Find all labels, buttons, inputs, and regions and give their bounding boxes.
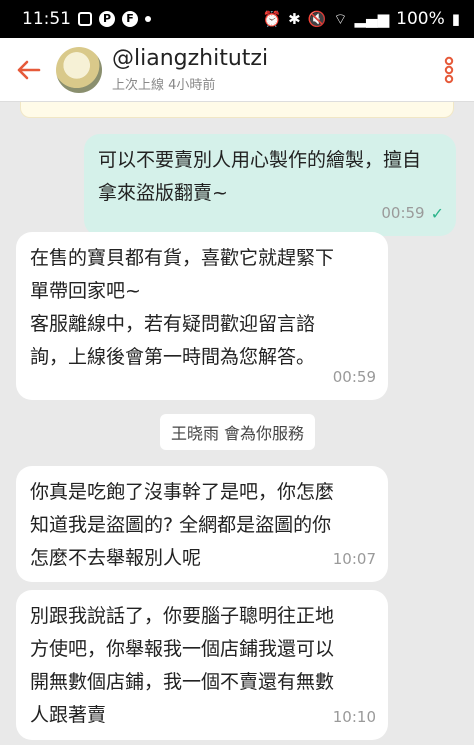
message-line: 在售的寶貝都有貨，喜歡它就趕緊下 — [30, 247, 335, 269]
contact-info[interactable]: @liangzhitutzi 上次上線 4小時前 — [112, 46, 424, 93]
message-line: 方使吧，你舉報我一個店鋪我還可以 — [30, 638, 335, 660]
notification-icon: P — [99, 11, 115, 27]
back-arrow-icon — [17, 60, 41, 79]
status-right: ⏰ ✱ 🔇 ⌔ ▂▄▆ 100% ▮ — [262, 9, 460, 29]
wifi-icon: ⌔ — [333, 9, 348, 28]
message-line: 單帶回家吧~ — [30, 280, 141, 302]
system-message: 王晓雨 會為你服務 — [160, 414, 315, 450]
message-meta: 00:59 — [333, 361, 376, 394]
message-meta: 00:59 ✓ — [381, 197, 444, 230]
battery-level: 100% — [396, 9, 445, 29]
message-line: 怎麼不去舉報別人呢 — [30, 547, 202, 569]
avatar[interactable] — [56, 46, 102, 93]
message-bubble-incoming[interactable]: 在售的寶貝都有貨，喜歡它就趕緊下 單帶回家吧~ 客服離線中，若有疑問歡迎留言諮 … — [16, 232, 388, 400]
more-notifications-icon — [145, 16, 151, 22]
message-line: 客服離線中，若有疑問歡迎留言諮 — [30, 313, 316, 335]
last-seen-status: 上次上線 4小時前 — [112, 78, 216, 93]
signal-icon: ▂▄▆ — [354, 9, 390, 28]
message-line: 別跟我說話了，你要腦子聰明往正地 — [30, 605, 335, 627]
status-time: 11:51 — [22, 9, 71, 29]
message-line: 知道我是盜圖的? 全網都是盜圖的你 — [30, 514, 332, 536]
mute-icon: 🔇 — [307, 9, 327, 28]
message-time: 00:59 — [381, 204, 425, 222]
pinned-banner[interactable] — [20, 102, 454, 118]
message-time: 10:07 — [332, 550, 376, 568]
bluetooth-icon: ✱ — [288, 9, 301, 28]
message-line: 詢，上線後會第一時間為您解答。 — [30, 346, 316, 368]
system-message-text: 王晓雨 會為你服務 — [170, 424, 305, 443]
alarm-icon: ⏰ — [262, 9, 282, 28]
status-bar: 11:51 P F ⏰ ✱ 🔇 ⌔ ▂▄▆ 100% ▮ — [0, 0, 474, 38]
status-left: 11:51 P F — [22, 9, 151, 29]
chat-area[interactable]: 可以不要賣別人用心製作的繪製，擅自拿來盜版翻賣~ 00:59 ✓ 在售的寶貝都有… — [0, 118, 474, 745]
message-time: 10:10 — [332, 708, 376, 726]
message-meta: 10:10 — [333, 701, 376, 734]
message-bubble-outgoing[interactable]: 可以不要賣別人用心製作的繪製，擅自拿來盜版翻賣~ 00:59 ✓ — [84, 134, 456, 236]
message-line: 人跟著賣 — [30, 704, 107, 726]
more-options-button[interactable] — [424, 38, 474, 102]
chat-header: @liangzhitutzi 上次上線 4小時前 — [0, 38, 474, 102]
app-icon: F — [122, 11, 138, 27]
message-line: 開無數個店鋪，我一個不賣還有無數 — [30, 671, 335, 693]
contact-username: @liangzhitutzi — [112, 46, 269, 71]
kebab-menu-icon — [444, 56, 454, 83]
message-line: 你真是吃飽了沒事幹了是吧，你怎麼 — [30, 481, 335, 503]
battery-icon: ▮ — [451, 9, 460, 28]
message-bubble-incoming[interactable]: 你真是吃飽了沒事幹了是吧，你怎麼 知道我是盜圖的? 全網都是盜圖的你 怎麼不去舉… — [16, 466, 388, 582]
message-time: 00:59 — [332, 368, 376, 386]
message-meta: 10:07 — [333, 543, 376, 576]
sent-check-icon: ✓ — [430, 204, 444, 223]
message-bubble-incoming[interactable]: 別跟我說話了，你要腦子聰明往正地 方使吧，你舉報我一個店鋪我還可以 開無數個店鋪… — [16, 590, 388, 740]
gallery-icon — [78, 12, 92, 26]
back-button[interactable] — [0, 38, 56, 102]
